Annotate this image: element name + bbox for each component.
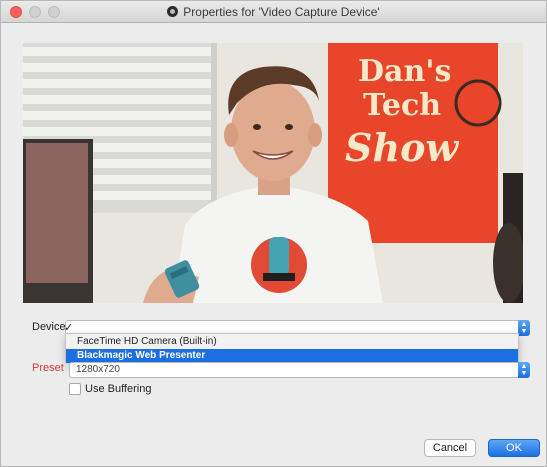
title-bar[interactable]: Properties for 'Video Capture Device'	[1, 1, 546, 23]
device-dropdown-menu: FaceTime HD Camera (Built-in) Blackmagic…	[65, 333, 519, 363]
obs-app-icon	[167, 6, 179, 17]
video-preview: Dan's Tech Show	[23, 43, 523, 303]
chevron-updown-icon: ▲ ▼	[518, 362, 530, 378]
preset-label: Preset	[32, 362, 64, 374]
monitor	[23, 139, 93, 303]
preset-select[interactable]: 1280x720 ▲ ▼	[69, 362, 530, 378]
device-option-facetime[interactable]: FaceTime HD Camera (Built-in)	[66, 335, 518, 349]
cancel-button[interactable]: Cancel	[424, 439, 476, 457]
preset-value: 1280x720	[76, 364, 120, 375]
window-title: Properties for 'Video Capture Device'	[183, 5, 380, 19]
device-option-blackmagic[interactable]: Blackmagic Web Presenter	[66, 349, 518, 363]
device-label: Device	[32, 321, 66, 333]
window-title-wrap: Properties for 'Video Capture Device'	[1, 5, 546, 19]
use-buffering-label: Use Buffering	[85, 383, 152, 395]
sign-line-1: Dan's	[358, 54, 451, 89]
ok-button[interactable]: OK	[488, 439, 540, 457]
sign-line-3: Show	[345, 125, 459, 170]
sign-line-2: Tech	[363, 88, 441, 123]
properties-window: Properties for 'Video Capture Device' Da…	[0, 0, 547, 467]
chevron-updown-icon: ▲ ▼	[518, 320, 530, 336]
camera-preview-image: Dan's Tech Show	[23, 43, 523, 303]
use-buffering-checkbox[interactable]	[69, 383, 81, 395]
